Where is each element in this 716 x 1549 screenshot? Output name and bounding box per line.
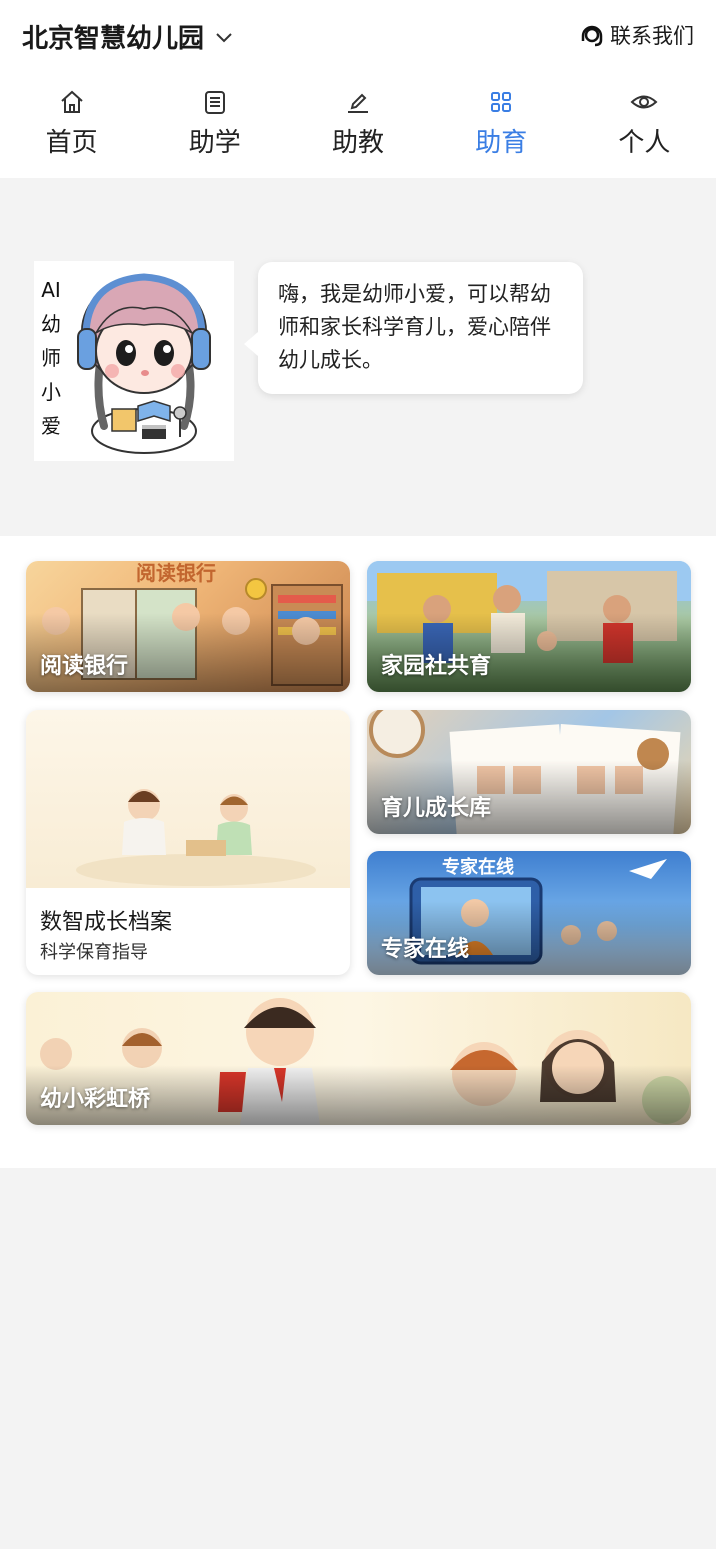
tab-study[interactable]: 助学 [143,88,286,168]
card-title: 专家在线 [381,937,470,962]
tab-label: 助教 [332,128,385,158]
feature-cards: 阅读银行 阅读银行 家园社共育 数智成长档案 科学保育指导 育儿成长库 专家在线… [0,536,716,1168]
card-title: 幼小彩虹桥 [40,1087,151,1112]
tab-label: 助育 [475,128,528,158]
kids-playing-illustration [76,789,316,886]
card-title: 数智成长档案 [40,910,173,935]
card-growth-archive[interactable]: 数智成长档案 科学保育指导 [26,710,350,975]
pencil-icon [348,93,368,113]
tab-label: 个人 [618,128,671,158]
greeting-bubble: 嗨，我是幼师小爱，可以帮幼师和家长科学育儿，爱心陪伴幼儿成长。 [244,262,583,394]
tab-profile[interactable]: 个人 [573,88,716,168]
card-parenting-library[interactable]: 育儿成长库 [367,710,691,834]
card-title: 家园社共育 [381,654,492,679]
contact-us-button[interactable]: 联系我们 [578,20,694,50]
headset-icon [581,25,603,47]
ai-avatar[interactable]: AI 幼 师 小 爱 [34,261,234,461]
header: 北京智慧幼儿园 联系我们 首页 助学 助教 助育 个人 [0,0,716,178]
tab-label: 首页 [45,128,98,158]
nav-tabs: 首页 助学 助教 助育 个人 [0,88,716,168]
school-name: 北京智慧幼儿园 [22,24,205,54]
card-subtitle: 科学保育指导 [40,942,148,963]
expert-online-banner: 专家在线 [442,857,514,878]
card-home-school[interactable]: 家园社共育 [367,561,691,692]
card-rainbow-bridge[interactable]: 幼小彩虹桥 [26,992,691,1125]
grid-icon [491,92,512,112]
eye-icon [630,95,658,109]
ai-assistant-section: AI 幼 师 小 爱 嗨，我是幼师小爱，可以帮幼师和家长科学育儿，爱心陪伴幼儿成… [0,178,716,536]
tab-label: 助学 [188,128,241,158]
chevron-down-icon [216,32,232,42]
cartoon-girl-illustration [77,273,211,454]
tab-home[interactable]: 首页 [0,88,143,168]
tab-teach[interactable]: 助教 [286,88,429,168]
card-reading-bank[interactable]: 阅读银行 阅读银行 [26,561,350,692]
reading-bank-banner: 阅读银行 [136,561,216,585]
contact-label: 联系我们 [610,24,694,48]
notebook-icon [204,91,225,114]
tab-parenting[interactable]: 助育 [430,88,573,168]
card-title: 育儿成长库 [381,796,492,821]
growth-archive-image [26,710,350,888]
school-selector[interactable]: 北京智慧幼儿园 [22,18,234,55]
card-title: 阅读银行 [40,654,129,679]
card-expert-online[interactable]: 专家在线 专家在线 [367,851,691,975]
home-icon [60,90,83,113]
